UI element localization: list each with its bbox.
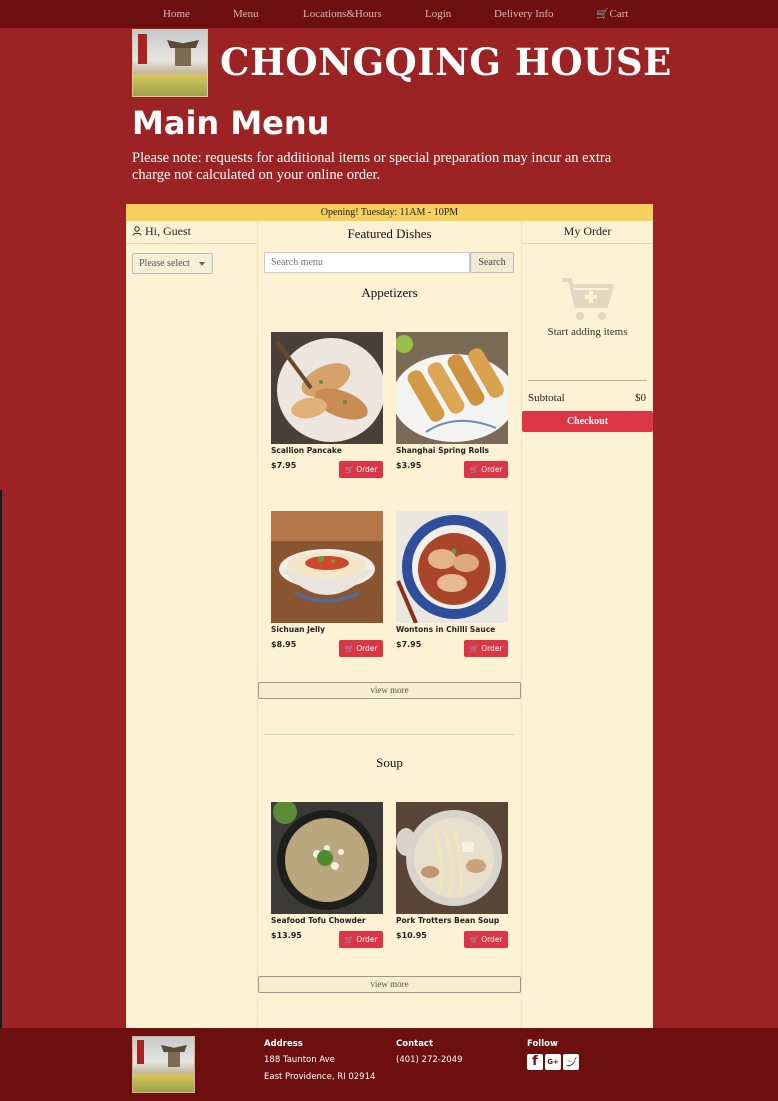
item-price: $13.95 <box>271 931 302 940</box>
cart-icon: 🛒 <box>469 644 479 653</box>
facebook-icon[interactable]: f <box>527 1054 543 1070</box>
item-name: Wontons in Chilli Sauce <box>396 625 496 634</box>
order-button-label: Order <box>481 465 503 474</box>
footer-address-line2: East Providence, RI 02914 <box>264 1072 376 1082</box>
subtotal-label: Subtotal <box>528 392 565 404</box>
order-button-label: Order <box>356 935 378 944</box>
nav-locations-link[interactable]: Locations&Hours <box>303 8 382 20</box>
wontons-chilli-sauce-photo[interactable] <box>396 511 508 623</box>
page-title: Main Menu <box>132 104 330 142</box>
item-name: Seafood Tofu Chowder <box>271 916 366 925</box>
cart-icon: 🛒 <box>344 644 354 653</box>
user-icon <box>132 226 142 236</box>
item-name: Sichuan Jelly <box>271 625 326 634</box>
menu-item-card: Pork Trotters Bean Soup $10.95 🛒 Order <box>396 802 508 948</box>
seafood-tofu-chowder-photo[interactable] <box>271 802 383 914</box>
menu-item-card: Seafood Tofu Chowder $13.95 🛒 Order <box>271 802 383 948</box>
menu-item-card: Scallion Pancake $7.95 🛒 Order <box>271 332 383 478</box>
cart-icon: 🛒 <box>469 935 479 944</box>
cart-icon: 🛒 <box>344 935 354 944</box>
item-name: Pork Trotters Bean Soup <box>396 916 500 925</box>
order-button[interactable]: 🛒 Order <box>464 931 508 948</box>
site-title: CHONGQING HOUSE <box>220 40 672 84</box>
menu-item-card: Shanghai Spring Rolls $3.95 🛒 Order <box>396 332 508 478</box>
search-button[interactable]: Search <box>470 252 514 273</box>
pork-trotters-bean-soup-photo[interactable] <box>396 802 508 914</box>
scallion-pancake-photo[interactable] <box>271 332 383 444</box>
order-button[interactable]: 🛒 Order <box>339 461 383 478</box>
sichuan-jelly-photo[interactable] <box>271 511 383 623</box>
checkout-button[interactable]: Checkout <box>522 411 653 432</box>
nav-login-link[interactable]: Login <box>425 8 451 20</box>
order-button[interactable]: 🛒 Order <box>464 461 508 478</box>
category-select[interactable]: Please select <box>132 253 213 274</box>
order-button[interactable]: 🛒 Order <box>464 640 508 657</box>
cart-icon: 🛒 <box>344 465 354 474</box>
order-button-label: Order <box>481 935 503 944</box>
footer-contact-heading: Contact <box>396 1039 434 1049</box>
section-title-soup: Soup <box>376 755 403 770</box>
chevron-down-icon <box>199 262 205 266</box>
order-button-label: Order <box>356 465 378 474</box>
google-plus-icon[interactable]: G+ <box>545 1054 561 1070</box>
menu-item-card: Wontons in Chilli Sauce $7.95 🛒 Order <box>396 511 508 657</box>
menu-panel: Opening! Tuesday: 11AM - 10PM Hi, Guest … <box>126 204 653 1028</box>
item-name: Shanghai Spring Rolls <box>396 446 489 455</box>
menu-item-card: Sichuan Jelly $8.95 🛒 Order <box>271 511 383 657</box>
order-button-label: Order <box>481 644 503 653</box>
footer-address-line1: 188 Taunton Ave <box>264 1055 335 1065</box>
nav-home-link[interactable]: Home <box>163 8 190 20</box>
item-price: $8.95 <box>271 640 297 649</box>
top-nav: Home Menu Locations&Hours Login Delivery… <box>0 0 778 28</box>
search-input[interactable]: Search menu <box>264 252 470 273</box>
page-edge <box>0 490 2 1028</box>
category-select-label: Please select <box>139 258 190 269</box>
empty-cart-text: Start adding items <box>547 326 628 338</box>
item-name: Scallion Pancake <box>271 446 342 455</box>
nav-delivery-link[interactable]: Delivery Info <box>494 8 554 20</box>
order-button-label: Order <box>356 644 378 653</box>
opening-hours-banner: Opening! Tuesday: 11AM - 10PM <box>126 204 653 221</box>
footer-phone[interactable]: (401) 272-2049 <box>396 1055 462 1065</box>
footer: Address 188 Taunton Ave East Providence,… <box>0 1028 778 1101</box>
order-button[interactable]: 🛒 Order <box>339 640 383 657</box>
cart-icon: 🛒 <box>596 9 609 20</box>
twitter-icon[interactable] <box>563 1054 579 1070</box>
item-price: $10.95 <box>396 931 427 940</box>
nav-cart-link[interactable]: 🛒Cart <box>596 8 628 20</box>
featured-dishes-title: Featured Dishes <box>347 226 432 241</box>
footer-logo[interactable] <box>132 1036 195 1093</box>
view-more-soup-button[interactable]: view more <box>258 976 521 993</box>
footer-follow-heading: Follow <box>527 1039 558 1049</box>
item-price: $7.95 <box>271 461 297 470</box>
view-more-appetizers-button[interactable]: view more <box>258 682 521 699</box>
guest-greeting-text: Hi, Guest <box>145 224 191 238</box>
subtotal-value: $0 <box>635 392 646 404</box>
footer-address-heading: Address <box>264 1039 303 1049</box>
nav-cart-label: Cart <box>609 8 629 20</box>
item-price: $7.95 <box>396 640 422 649</box>
item-price: $3.95 <box>396 461 422 470</box>
guest-greeting: Hi, Guest <box>132 224 191 239</box>
nav-menu-link[interactable]: Menu <box>233 8 259 20</box>
order-note: Please note: requests for additional ite… <box>132 150 612 183</box>
empty-cart-icon <box>562 278 614 320</box>
section-title-appetizers: Appetizers <box>361 285 418 300</box>
my-order-title: My Order <box>563 224 612 238</box>
order-button[interactable]: 🛒 Order <box>339 931 383 948</box>
cart-icon: 🛒 <box>469 465 479 474</box>
restaurant-logo[interactable] <box>132 29 208 97</box>
shanghai-spring-rolls-photo[interactable] <box>396 332 508 444</box>
